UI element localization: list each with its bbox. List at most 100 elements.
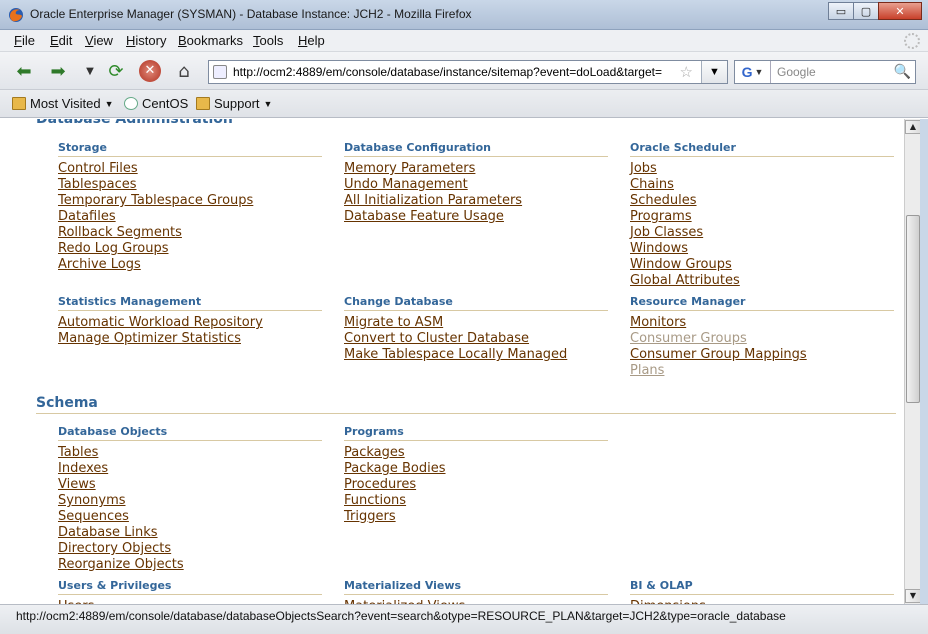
folder-icon	[12, 97, 26, 110]
link-all-initialization-parameters[interactable]: All Initialization Parameters	[344, 193, 522, 208]
menu-help[interactable]: Help	[298, 33, 325, 48]
link-programs[interactable]: Programs	[630, 209, 692, 224]
link-list: Automatic Workload Repository Manage Opti…	[58, 315, 322, 347]
link-directory-objects[interactable]: Directory Objects	[58, 541, 171, 556]
link-migrate-to-asm[interactable]: Migrate to ASM	[344, 315, 443, 330]
link-windows[interactable]: Windows	[630, 241, 688, 256]
home-icon: ⌂	[178, 60, 190, 82]
chevron-down-icon: ▼	[86, 65, 94, 77]
link-schedules[interactable]: Schedules	[630, 193, 697, 208]
link-temporary-tablespace-groups[interactable]: Temporary Tablespace Groups	[58, 193, 253, 208]
link-convert-to-cluster-database[interactable]: Convert to Cluster Database	[344, 331, 529, 346]
search-icon[interactable]: 🔍	[894, 63, 911, 80]
menu-file[interactable]: File	[14, 33, 35, 48]
link-job-classes[interactable]: Job Classes	[630, 225, 703, 240]
history-dropdown-button[interactable]: ▼	[78, 60, 102, 82]
link-database-feature-usage[interactable]: Database Feature Usage	[344, 209, 504, 224]
site-identity-icon[interactable]	[213, 65, 227, 79]
link-make-tablespace-locally-managed[interactable]: Make Tablespace Locally Managed	[344, 347, 567, 362]
list-item: Consumer Groups	[630, 331, 894, 347]
window-controls: ▭ ▢ ✕	[828, 2, 922, 20]
url-dropdown-button[interactable]: ▼	[701, 61, 727, 83]
menu-edit[interactable]: Edit	[50, 33, 72, 48]
link-packages[interactable]: Packages	[344, 445, 405, 460]
link-monitors[interactable]: Monitors	[630, 315, 686, 330]
menu-bookmarks[interactable]: Bookmarks	[178, 33, 243, 48]
link-tables[interactable]: Tables	[58, 445, 98, 460]
group-bi-olap: BI & OLAP Dimensions	[630, 579, 894, 604]
link-automatic-workload-repository[interactable]: Automatic Workload Repository	[58, 315, 263, 330]
link-triggers[interactable]: Triggers	[344, 509, 396, 524]
stop-button[interactable]: ✕	[138, 60, 162, 82]
list-item: Tables	[58, 445, 322, 461]
link-plans[interactable]: Plans	[630, 363, 664, 378]
list-item: Convert to Cluster Database	[344, 331, 608, 347]
url-bar[interactable]: http://ocm2:4889/em/console/database/ins…	[208, 60, 728, 84]
link-functions[interactable]: Functions	[344, 493, 406, 508]
minimize-button[interactable]: ▭	[828, 2, 854, 20]
status-bar: http://ocm2:4889/em/console/database/dat…	[0, 604, 928, 634]
link-chains[interactable]: Chains	[630, 177, 674, 192]
link-consumer-group-mappings[interactable]: Consumer Group Mappings	[630, 347, 807, 362]
link-package-bodies[interactable]: Package Bodies	[344, 461, 446, 476]
menu-tools[interactable]: Tools	[253, 33, 283, 48]
maximize-button[interactable]: ▢	[853, 2, 879, 20]
back-button[interactable]: ⬅	[12, 60, 36, 82]
link-tablespaces[interactable]: Tablespaces	[58, 177, 137, 192]
bookmark-most-visited[interactable]: Most Visited ▼	[12, 96, 114, 111]
list-item: Sequences	[58, 509, 322, 525]
link-procedures[interactable]: Procedures	[344, 477, 416, 492]
forward-button[interactable]: ➡	[46, 60, 70, 82]
link-views[interactable]: Views	[58, 477, 96, 492]
search-bar[interactable]: G ▼ Google 🔍	[734, 60, 916, 84]
reload-button[interactable]: ⟳	[104, 60, 128, 82]
menu-history[interactable]: History	[126, 33, 166, 48]
home-button[interactable]: ⌂	[172, 60, 196, 82]
link-control-files[interactable]: Control Files	[58, 161, 138, 176]
link-undo-management[interactable]: Undo Management	[344, 177, 468, 192]
list-item: Rollback Segments	[58, 225, 322, 241]
firefox-icon	[9, 8, 23, 22]
scroll-thumb[interactable]	[906, 215, 920, 403]
bookmark-label: Most Visited	[30, 96, 101, 111]
search-input[interactable]: Google	[777, 65, 816, 79]
list-item: Jobs	[630, 161, 894, 177]
link-datafiles[interactable]: Datafiles	[58, 209, 116, 224]
scroll-up-button[interactable]: ▲	[905, 120, 921, 134]
scroll-down-button[interactable]: ▼	[905, 589, 921, 603]
navigation-toolbar: ⬅ ➡ ▼ ⟳ ✕ ⌂ http://ocm2:4889/em/console/…	[0, 52, 928, 90]
list-item: Functions	[344, 493, 608, 509]
link-jobs[interactable]: Jobs	[630, 161, 657, 176]
link-memory-parameters[interactable]: Memory Parameters	[344, 161, 475, 176]
list-item: Package Bodies	[344, 461, 608, 477]
bookmark-label: CentOS	[142, 96, 189, 111]
group-database-configuration: Database Configuration Memory Parameters…	[344, 141, 608, 225]
link-manage-optimizer-statistics[interactable]: Manage Optimizer Statistics	[58, 331, 241, 346]
bookmark-support[interactable]: Support ▼	[196, 96, 272, 111]
window-titlebar[interactable]: Oracle Enterprise Manager (SYSMAN) - Dat…	[0, 0, 928, 30]
link-global-attributes[interactable]: Global Attributes	[630, 273, 740, 288]
folder-icon	[196, 97, 210, 110]
menu-view[interactable]: View	[85, 33, 113, 48]
group-title: Storage	[58, 141, 322, 157]
list-item: Indexes	[58, 461, 322, 477]
group-users-privileges: Users & Privileges Users	[58, 579, 322, 604]
vertical-scrollbar[interactable]: ▲ ▼	[904, 119, 921, 604]
link-indexes[interactable]: Indexes	[58, 461, 108, 476]
link-reorganize-objects[interactable]: Reorganize Objects	[58, 557, 184, 572]
link-synonyms[interactable]: Synonyms	[58, 493, 126, 508]
link-consumer-groups[interactable]: Consumer Groups	[630, 331, 747, 346]
bookmark-star-icon[interactable]: ☆	[680, 63, 693, 81]
link-list: Control Files Tablespaces Temporary Tables…	[58, 161, 322, 273]
close-button[interactable]: ✕	[878, 2, 922, 20]
search-engine-selector[interactable]: G ▼	[735, 61, 771, 83]
link-archive-logs[interactable]: Archive Logs	[58, 257, 141, 272]
link-redo-log-groups[interactable]: Redo Log Groups	[58, 241, 169, 256]
link-sequences[interactable]: Sequences	[58, 509, 129, 524]
url-input[interactable]: http://ocm2:4889/em/console/database/ins…	[233, 65, 683, 79]
link-window-groups[interactable]: Window Groups	[630, 257, 732, 272]
link-rollback-segments[interactable]: Rollback Segments	[58, 225, 182, 240]
bookmark-centos[interactable]: CentOS	[124, 96, 188, 111]
list-item: Plans	[630, 363, 894, 379]
link-database-links[interactable]: Database Links	[58, 525, 158, 540]
